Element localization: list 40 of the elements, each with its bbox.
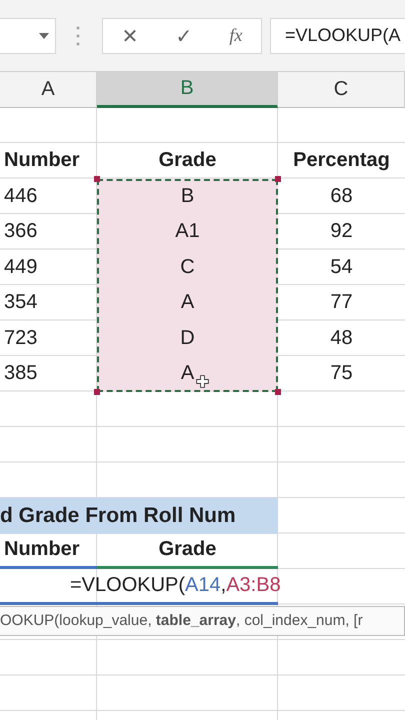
selection-handle[interactable] bbox=[94, 388, 100, 394]
plus-cursor-icon bbox=[196, 375, 208, 388]
dropdown-caret-icon[interactable] bbox=[39, 32, 49, 38]
column-heading: Grade bbox=[158, 538, 216, 562]
formula-input[interactable]: =VLOOKUP(A bbox=[270, 18, 405, 54]
table-cell: 354 bbox=[4, 291, 38, 314]
column-heading: Grade bbox=[158, 149, 216, 172]
table-cell: 48 bbox=[330, 326, 353, 350]
table-cell[interactable]: A bbox=[97, 285, 278, 320]
table-cell: 446 bbox=[4, 184, 38, 208]
table-cell: 77 bbox=[330, 291, 353, 314]
insert-function-button[interactable]: fx bbox=[225, 25, 246, 46]
table-cell: 54 bbox=[330, 256, 353, 279]
function-tooltip: OOKUP(lookup_value, table_array, col_index_num, [r bbox=[0, 606, 405, 636]
table-cell: 385 bbox=[4, 362, 38, 386]
column-header[interactable]: A bbox=[0, 72, 97, 108]
selection-handle[interactable] bbox=[275, 176, 281, 182]
column-heading: Number bbox=[4, 538, 80, 562]
table-cell: 449 bbox=[4, 256, 38, 279]
drag-handle-icon[interactable] bbox=[76, 24, 80, 46]
title-cell: d Grade From Roll Num bbox=[0, 498, 278, 534]
table-cell: 75 bbox=[330, 362, 353, 386]
formula-text[interactable]: =VLOOKUP(A14,A3:B8 bbox=[70, 574, 281, 597]
table-cell[interactable]: A1 bbox=[97, 214, 278, 250]
column-header[interactable]: C bbox=[278, 72, 405, 108]
table-cell: 723 bbox=[4, 326, 38, 350]
cancel-button[interactable]: ✕ bbox=[118, 24, 142, 48]
column-heading: Number bbox=[4, 149, 80, 172]
table-cell: 366 bbox=[4, 220, 38, 244]
column-header[interactable]: B bbox=[97, 72, 278, 108]
table-cell: 92 bbox=[330, 220, 353, 244]
table-cell[interactable]: D bbox=[97, 320, 278, 356]
selection-handle[interactable] bbox=[275, 388, 281, 394]
table-cell[interactable]: C bbox=[97, 250, 278, 285]
column-heading: Percentag bbox=[293, 149, 390, 172]
enter-button[interactable]: ✓ bbox=[172, 24, 196, 48]
table-cell[interactable]: A bbox=[97, 356, 278, 392]
table-cell[interactable]: B bbox=[97, 178, 278, 214]
table-cell: 68 bbox=[330, 184, 353, 208]
selection-handle[interactable] bbox=[94, 176, 100, 182]
